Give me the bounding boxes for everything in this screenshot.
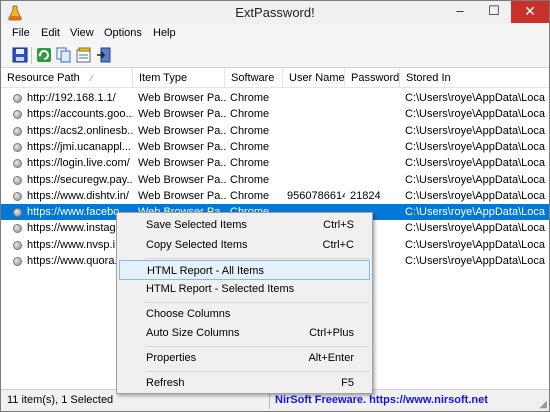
- cell-resource-path: https://jmi.ucanappl...: [27, 140, 131, 153]
- title-bar[interactable]: ExtPassword! – ☐ ✕: [1, 1, 549, 24]
- cell-software: Chrome: [230, 157, 270, 170]
- column-header-user-name[interactable]: User Name: [283, 68, 345, 88]
- menu-view[interactable]: View: [70, 27, 94, 39]
- item-bullet-icon: [13, 208, 22, 218]
- table-row[interactable]: https://jmi.ucanappl... Web Browser Pa...…: [1, 139, 549, 155]
- item-bullet-icon: [13, 126, 22, 136]
- copy-icon[interactable]: [56, 47, 72, 63]
- maximize-button[interactable]: ☐: [477, 1, 511, 23]
- cell-item-type: Web Browser Pa...: [138, 108, 226, 121]
- column-header-resource-path[interactable]: Resource Path ⁄: [1, 68, 133, 88]
- minimize-button[interactable]: –: [443, 1, 477, 23]
- cell-stored-in: C:\Users\roye\AppData\Local\: [405, 206, 545, 219]
- cell-software: Chrome: [230, 173, 270, 186]
- cell-item-type: Web Browser Pa...: [138, 157, 226, 170]
- save-icon[interactable]: [12, 47, 28, 63]
- cell-stored-in: C:\Users\roye\AppData\Local\: [405, 222, 545, 235]
- close-button[interactable]: ✕: [511, 1, 549, 23]
- item-bullet-icon: [13, 240, 22, 250]
- item-bullet-icon: [13, 175, 22, 185]
- cell-stored-in: C:\Users\roye\AppData\Local\: [405, 238, 545, 251]
- cell-item-type: Web Browser Pa...: [138, 189, 226, 202]
- cell-resource-path: https://accounts.goo...: [27, 108, 133, 121]
- menu-file[interactable]: File: [12, 27, 30, 39]
- item-bullet-icon: [13, 94, 22, 103]
- cell-software: Chrome: [230, 108, 270, 121]
- exit-icon[interactable]: [96, 47, 112, 63]
- cell-stored-in: C:\Users\roye\AppData\Local\: [405, 255, 545, 267]
- item-bullet-icon: [13, 110, 22, 120]
- item-count-status: 11 item(s), 1 Selected: [7, 394, 114, 406]
- cell-password: 21824: [350, 189, 381, 202]
- cell-stored-in: C:\Users\roye\AppData\Local\: [405, 173, 545, 186]
- column-header-stored-in[interactable]: Stored In: [400, 68, 549, 88]
- menu-bar: File Edit View Options Help: [1, 24, 549, 43]
- cell-item-type: Web Browser Pa...: [138, 92, 226, 104]
- column-header-item-type[interactable]: Item Type: [133, 68, 225, 88]
- table-row[interactable]: https://login.live.com/Web Browser Pa...…: [1, 155, 549, 171]
- menu-item-auto-size-columns[interactable]: Auto Size Columns Ctrl+Plus: [119, 323, 370, 343]
- menu-item-html-report-all[interactable]: HTML Report - All Items: [119, 260, 370, 280]
- cell-stored-in: C:\Users\roye\AppData\Local\: [405, 92, 545, 104]
- cell-software: Chrome: [230, 92, 270, 104]
- cell-item-type: Web Browser Pa...: [138, 173, 226, 186]
- table-row[interactable]: https://acs2.onlinesb... Web Browser Pa..…: [1, 123, 549, 139]
- menu-item-choose-columns[interactable]: Choose Columns: [119, 304, 370, 324]
- menu-item-html-report-selected[interactable]: HTML Report - Selected Items: [119, 279, 370, 299]
- table-row[interactable]: https://accounts.goo... Web Browser Pa...…: [1, 106, 549, 122]
- menu-item-save-selected[interactable]: Save Selected Items Ctrl+S: [119, 215, 370, 235]
- item-bullet-icon: [13, 159, 22, 169]
- column-header-software[interactable]: Software: [225, 68, 283, 88]
- status-divider: [269, 392, 270, 409]
- cell-stored-in: C:\Users\roye\AppData\Local\: [405, 108, 545, 121]
- cell-resource-path: https://login.live.com/: [27, 157, 130, 170]
- table-row[interactable]: http://192.168.1.1/Web Browser Pa... Chro…: [1, 90, 549, 106]
- cell-stored-in: C:\Users\roye\AppData\Local\: [405, 140, 545, 153]
- menu-options[interactable]: Options: [104, 27, 142, 39]
- menu-separator: [145, 302, 369, 303]
- item-bullet-icon: [13, 142, 22, 152]
- sort-indicator-icon: ⁄: [91, 73, 93, 83]
- item-bullet-icon: [13, 191, 22, 201]
- cell-software: Chrome: [230, 189, 270, 202]
- menu-help[interactable]: Help: [153, 27, 176, 39]
- context-menu: Save Selected Items Ctrl+S Copy Selected…: [116, 212, 373, 394]
- column-header-password[interactable]: Password: [345, 68, 400, 88]
- menu-item-copy-selected[interactable]: Copy Selected Items Ctrl+C: [119, 235, 370, 255]
- toolbar-separator: [31, 47, 32, 64]
- cell-stored-in: C:\Users\roye\AppData\Local\: [405, 124, 545, 137]
- table-row[interactable]: https://www.dishtv.in/Web Browser Pa... C…: [1, 188, 549, 204]
- cell-stored-in: C:\Users\roye\AppData\Local\: [405, 189, 545, 202]
- menu-separator: [145, 371, 369, 372]
- menu-item-refresh[interactable]: Refresh F5: [119, 373, 370, 393]
- toolbar: [1, 43, 549, 68]
- table-row[interactable]: https://securegw.pay... Web Browser Pa...…: [1, 172, 549, 188]
- cell-resource-path: https://securegw.pay...: [27, 173, 133, 186]
- app-window: ExtPassword! – ☐ ✕ File Edit View Option…: [0, 0, 550, 412]
- cell-resource-path: https://www.dishtv.in/: [27, 189, 129, 202]
- resize-grip-icon[interactable]: ◢: [539, 399, 547, 410]
- nirsoft-link[interactable]: NirSoft Freeware. https://www.nirsoft.ne…: [275, 394, 488, 406]
- properties-icon[interactable]: [76, 47, 92, 63]
- item-bullet-icon: [13, 257, 22, 266]
- cell-resource-path: https://acs2.onlinesb...: [27, 124, 133, 137]
- menu-separator: [145, 258, 369, 259]
- item-bullet-icon: [13, 224, 22, 234]
- cell-stored-in: C:\Users\roye\AppData\Local\: [405, 157, 545, 170]
- list-header: Resource Path ⁄ Item Type Software User …: [1, 68, 549, 88]
- menu-edit[interactable]: Edit: [41, 27, 60, 39]
- refresh-icon[interactable]: [36, 47, 52, 63]
- cell-software: Chrome: [230, 140, 270, 153]
- menu-separator: [145, 346, 369, 347]
- cell-item-type: Web Browser Pa...: [138, 140, 226, 153]
- cell-resource-path: http://192.168.1.1/: [27, 92, 116, 104]
- cell-item-type: Web Browser Pa...: [138, 124, 226, 137]
- cell-user-name: 9560786614: [287, 189, 345, 202]
- cell-software: Chrome: [230, 124, 270, 137]
- menu-item-properties[interactable]: Properties Alt+Enter: [119, 348, 370, 368]
